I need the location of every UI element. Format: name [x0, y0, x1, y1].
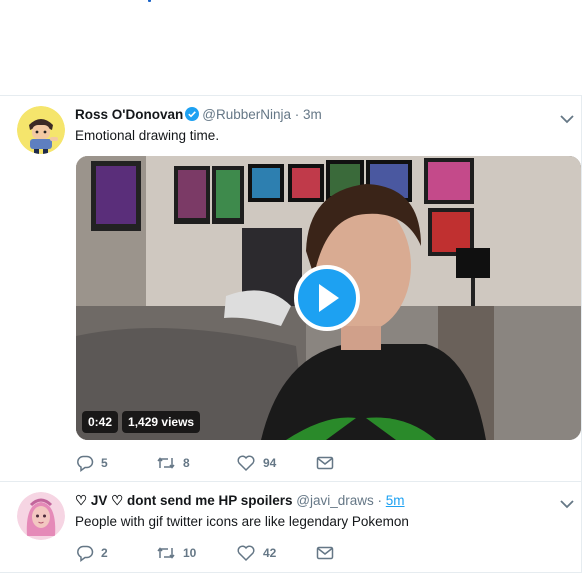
like-button[interactable]: 42: [236, 544, 316, 562]
reply-icon: [77, 455, 94, 472]
chevron-down-icon[interactable]: [557, 109, 577, 129]
play-icon: [319, 284, 339, 312]
tweet-actions: 2 10 42: [76, 544, 396, 562]
avatar[interactable]: [17, 492, 65, 540]
retweet-icon: [157, 457, 175, 469]
retweet-count: 10: [183, 546, 197, 560]
direct-message-button[interactable]: [316, 544, 396, 562]
envelope-icon: [316, 456, 334, 470]
reply-icon: [77, 545, 94, 562]
like-button[interactable]: 94: [236, 454, 316, 472]
video-player[interactable]: 0:42 1,429 views: [76, 156, 581, 440]
author-name[interactable]: Ross O'Donovan: [75, 107, 183, 122]
tweet-text: Emotional drawing time.: [75, 128, 220, 143]
retweet-icon: [157, 547, 175, 559]
timestamp[interactable]: 3m: [303, 107, 322, 122]
reply-count: 2: [101, 546, 108, 560]
reply-button[interactable]: 5: [76, 454, 156, 472]
heart-icon: [237, 455, 255, 472]
previous-content-area: [0, 0, 582, 95]
avatar[interactable]: [17, 106, 65, 154]
tweet-text: People with gif twitter icons are like l…: [75, 514, 409, 529]
cropped-link-fragment: [148, 0, 151, 2]
retweet-button[interactable]: 8: [156, 454, 236, 472]
author-name[interactable]: ♡ JV ♡ dont send me HP spoilers: [75, 493, 293, 508]
heart-icon: [237, 545, 255, 562]
direct-message-button[interactable]: [316, 454, 396, 472]
author-handle[interactable]: @RubberNinja: [202, 107, 291, 122]
video-duration: 0:42: [82, 411, 119, 433]
tweet-header: Ross O'Donovan @RubberNinja · 3m: [75, 106, 322, 126]
tweet-actions: 5 8 94: [76, 454, 396, 472]
tweet-header: ♡ JV ♡ dont send me HP spoilers @javi_dr…: [75, 492, 405, 510]
tweet-card[interactable]: Ross O'Donovan @RubberNinja · 3m Emotiona…: [0, 96, 582, 481]
chevron-down-icon[interactable]: [557, 494, 577, 514]
separator-dot: ·: [377, 493, 383, 508]
like-count: 94: [263, 456, 277, 470]
reply-count: 5: [101, 456, 108, 470]
video-views: 1,429 views: [122, 411, 201, 433]
author-handle[interactable]: @javi_draws: [296, 493, 373, 508]
timestamp[interactable]: 5m: [386, 493, 405, 508]
separator-dot: ·: [294, 107, 300, 122]
verified-badge-icon: [185, 107, 200, 126]
retweet-count: 8: [183, 456, 190, 470]
play-button[interactable]: [294, 265, 360, 331]
tweet-card[interactable]: ♡ JV ♡ dont send me HP spoilers @javi_dr…: [0, 482, 582, 572]
reply-button[interactable]: 2: [76, 544, 156, 562]
like-count: 42: [263, 546, 277, 560]
retweet-button[interactable]: 10: [156, 544, 236, 562]
envelope-icon: [316, 546, 334, 560]
video-info-overlay: 0:42 1,429 views: [82, 411, 201, 433]
